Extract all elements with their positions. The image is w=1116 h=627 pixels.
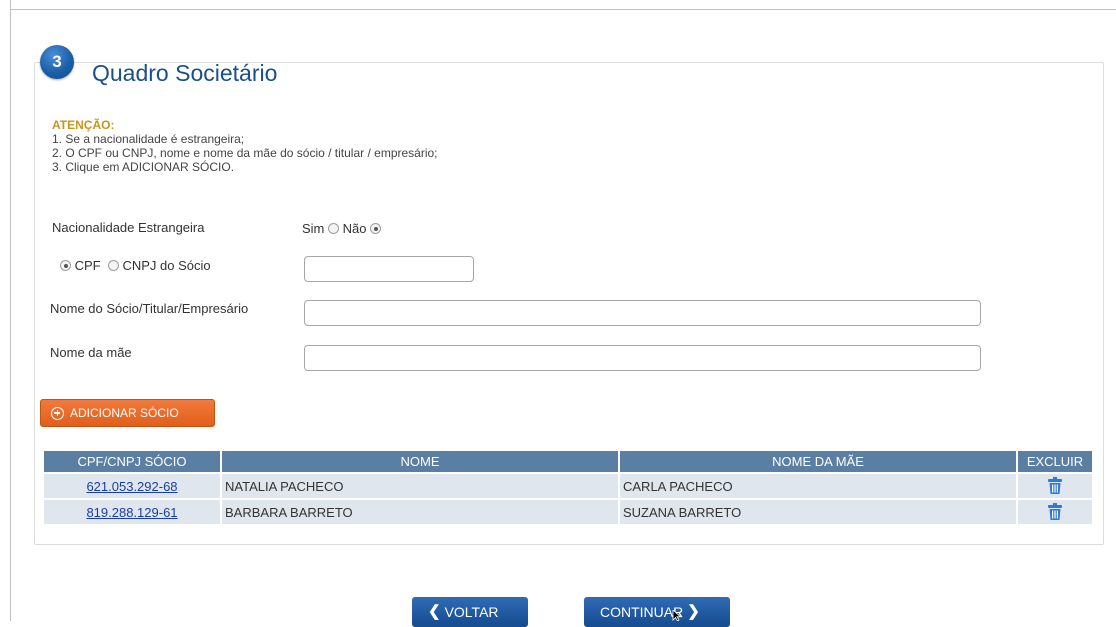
table-row: 621.053.292-68 NATALIA PACHECO CARLA PAC… [44,472,1092,498]
excluir-cell [1018,472,1092,498]
socios-table: CPF/CNPJ SÓCIO NOME NOME DA MÃE EXCLUIR … [44,451,1092,524]
cpf-label: CPF [74,258,101,273]
cpf-link[interactable]: 819.288.129-61 [86,505,177,520]
table-header-row: CPF/CNPJ SÓCIO NOME NOME DA MÃE EXCLUIR [44,451,1092,472]
sim-label: Sim [302,221,325,236]
sim-radio[interactable] [328,223,340,234]
doc-type-radio-group: CPF CNPJ do Sócio [60,258,211,273]
section-title: Quadro Societário [92,60,278,86]
nacionalidade-label: Nacionalidade Estrangeira [52,220,205,235]
table-row: 819.288.129-61 BARBARA BARRETO SUZANA BA… [44,498,1092,524]
cpf-radio[interactable] [60,260,71,271]
cpf-link[interactable]: 621.053.292-68 [86,479,177,494]
instruction-line-3: 3. Clique em ADICIONAR SÓCIO. [52,160,235,174]
continuar-button[interactable]: CONTINUAR ❯ [584,597,730,627]
nome-mae-label: Nome da mãe [50,345,132,360]
nacionalidade-radio-group: Sim Não [302,221,382,236]
cnpj-radio[interactable] [107,260,119,271]
chevron-right-icon: ❯ [687,603,700,620]
header-excluir: EXCLUIR [1018,451,1092,472]
nome-mae-cell: CARLA PACHECO [620,472,1018,498]
adicionar-socio-label: ADICIONAR SÓCIO [70,406,179,420]
attention-title: ATENÇÃO: [52,118,115,132]
nome-mae-input[interactable] [304,345,981,371]
cpf-cell: 621.053.292-68 [44,472,222,498]
nao-radio[interactable] [370,223,382,234]
step-number-badge: 3 [40,45,74,79]
instruction-line-1: 1. Se a nacionalidade é estrangeira; [52,132,245,146]
cnpj-label: CNPJ do Sócio [122,258,211,273]
continuar-label: CONTINUAR [600,604,684,620]
nome-cell: BARBARA BARRETO [222,498,620,524]
nome-socio-label: Nome do Sócio/Titular/Empresário [50,301,249,316]
nome-socio-input[interactable] [304,300,981,326]
adicionar-socio-button[interactable]: ADICIONAR SÓCIO [40,399,215,427]
cpf-cell: 819.288.129-61 [44,498,222,524]
header-nome-mae: NOME DA MÃE [620,451,1018,472]
nome-mae-cell: SUZANA BARRETO [620,498,1018,524]
voltar-label: VOLTAR [444,604,499,620]
cpf-cnpj-input[interactable] [304,256,474,282]
header-nome: NOME [222,451,620,472]
page-frame-left [10,0,11,621]
header-cpf-cnpj: CPF/CNPJ SÓCIO [44,451,222,472]
chevron-left-icon: ❮ [428,603,441,620]
plus-circle-icon [51,406,64,420]
instruction-line-2: 2. O CPF ou CNPJ, nome e nome da mãe do … [52,146,438,160]
nao-label: Não [342,221,367,236]
previous-section-frame [10,0,1116,10]
trash-icon[interactable] [1047,503,1063,521]
excluir-cell [1018,498,1092,524]
trash-icon[interactable] [1047,477,1063,495]
voltar-button[interactable]: ❮ VOLTAR [412,597,528,627]
nome-cell: NATALIA PACHECO [222,472,620,498]
mouse-cursor-icon [672,610,682,621]
